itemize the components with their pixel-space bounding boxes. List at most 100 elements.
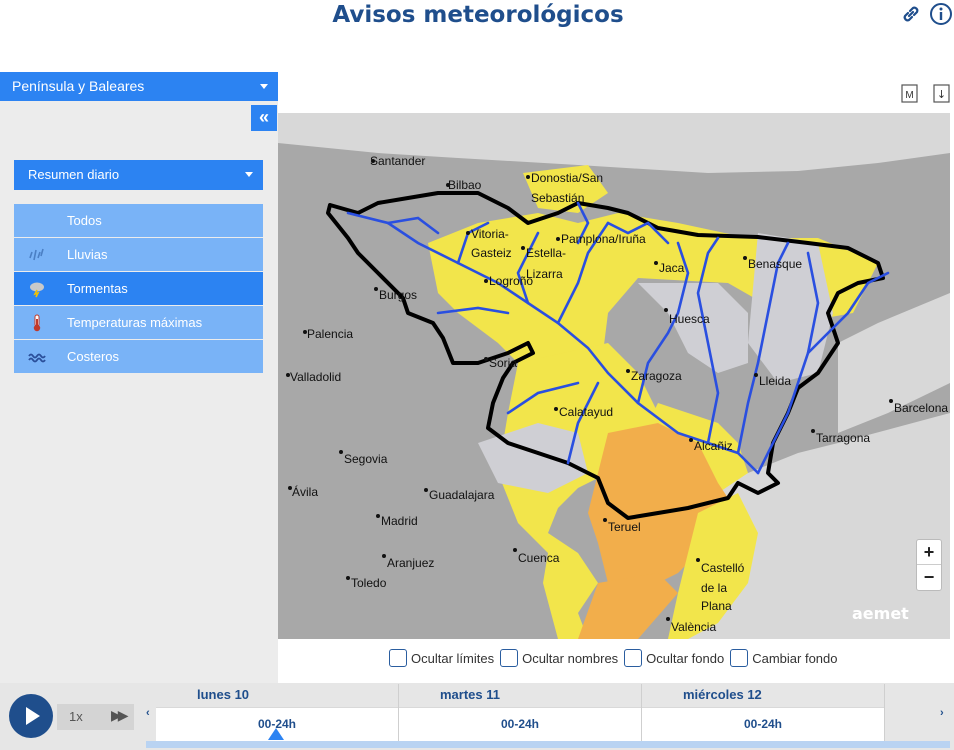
fast-forward-icon[interactable]: ▶▶ <box>111 707 128 724</box>
speed-label: 1x <box>69 709 83 724</box>
menu-item-label: Todos <box>67 213 102 228</box>
zoom-control: + − <box>916 539 942 591</box>
city-label: Sebastián <box>531 191 584 205</box>
link-icon[interactable] <box>899 2 923 26</box>
city-label: Barcelona <box>894 401 948 415</box>
region-dropdown-label: Península y Baleares <box>12 78 145 94</box>
warnings-map[interactable]: Santander Bilbao Donostia/San Sebastián … <box>278 113 950 639</box>
mode-dropdown[interactable]: Resumen diario <box>14 160 263 190</box>
day-martes[interactable]: martes 11 00-24h <box>399 684 642 741</box>
city-label: Huesca <box>669 312 710 326</box>
city-label: Plana <box>701 599 732 613</box>
rain-icon <box>29 248 44 261</box>
map-tool-m-icon[interactable]: M <box>901 84 919 104</box>
timeline-next-arrow[interactable]: › <box>940 707 944 719</box>
city-label: Gasteiz <box>471 246 512 260</box>
zoom-out-button[interactable]: − <box>917 565 941 590</box>
menu-item-label: Lluvias <box>67 247 108 262</box>
city-label: Castelló <box>701 561 745 575</box>
collapse-sidebar-button[interactable]: « <box>251 105 277 131</box>
day-slot[interactable]: 00-24h <box>399 707 641 741</box>
city-label: Estella- <box>526 246 566 260</box>
hide-names-checkbox[interactable] <box>500 649 519 667</box>
city-label: Lleida <box>759 374 791 388</box>
city-label: Pamplona/Iruña <box>561 232 646 246</box>
city-label: Palencia <box>307 327 353 341</box>
menu-item-label: Temperaturas máximas <box>67 315 203 330</box>
app-root: Avisos meteorológicos Península y Balear… <box>0 0 954 750</box>
city-label: Burgos <box>379 288 417 302</box>
city-label: Madrid <box>381 514 418 528</box>
city-label: Santander <box>370 154 425 168</box>
city-label: Soria <box>489 356 517 370</box>
city-label: Guadalajara <box>429 488 495 502</box>
chevron-down-icon <box>245 172 253 177</box>
change-background-checkbox[interactable] <box>730 649 749 667</box>
menu-item-temperaturas[interactable]: Temperaturas máximas <box>14 306 263 339</box>
day-miercoles[interactable]: miércoles 12 00-24h <box>642 684 885 741</box>
city-label: Bilbao <box>448 178 482 192</box>
city-label: Donostia/San <box>531 171 603 185</box>
city-label: Ávila <box>292 484 318 499</box>
city-label: Zaragoza <box>631 369 682 383</box>
city-label: Toledo <box>351 576 387 590</box>
option-label: Ocultar nombres <box>522 650 619 666</box>
waves-icon <box>28 353 46 363</box>
menu-item-todos[interactable]: Todos <box>14 204 263 237</box>
speed-control[interactable]: 1x ▶▶ <box>57 704 134 730</box>
play-button[interactable] <box>9 694 53 738</box>
city-label: Aranjuez <box>387 556 434 570</box>
page-title: Avisos meteorológicos <box>332 2 624 28</box>
city-label: Alcañiz <box>694 439 733 453</box>
city-label: Valladolid <box>290 370 341 384</box>
city-label: València <box>671 620 716 634</box>
city-label: Logroño <box>489 274 533 288</box>
city-label: Vitoria- <box>471 227 509 241</box>
hide-background-checkbox[interactable] <box>624 649 643 667</box>
day-label: miércoles 12 <box>683 687 762 702</box>
city-label: Jaca <box>659 261 685 275</box>
timeline-scrollbar[interactable] <box>146 741 950 748</box>
warning-type-menu: Todos Lluvias Tormentas Temperaturas máx… <box>14 204 263 374</box>
city-label: Teruel <box>608 520 641 534</box>
region-dropdown[interactable]: Península y Baleares <box>0 72 278 101</box>
hide-background-option[interactable]: Ocultar fondo <box>624 649 724 667</box>
menu-item-label: Tormentas <box>67 281 128 296</box>
menu-item-label: Costeros <box>67 349 120 364</box>
thermometer-icon <box>33 314 41 332</box>
zoom-in-button[interactable]: + <box>917 540 941 565</box>
sidebar: Península y Baleares « Resumen diario To… <box>0 72 278 684</box>
day-slot[interactable]: 00-24h <box>642 707 884 741</box>
option-label: Ocultar límites <box>411 650 495 666</box>
map-tool-m-label: M <box>905 90 913 101</box>
city-label: Calatayud <box>559 405 613 419</box>
info-icon[interactable] <box>929 2 953 26</box>
hide-names-option[interactable]: Ocultar nombres <box>500 649 618 667</box>
timeline-marker[interactable] <box>268 728 284 740</box>
hide-limits-checkbox[interactable] <box>389 649 407 667</box>
day-label: martes 11 <box>440 687 500 702</box>
city-label: Benasque <box>748 257 802 271</box>
change-background-option[interactable]: Cambiar fondo <box>730 649 838 667</box>
menu-item-lluvias[interactable]: Lluvias <box>14 238 263 271</box>
city-label: de la <box>701 581 727 595</box>
aemet-logo: aemet <box>852 604 909 623</box>
menu-item-tormentas[interactable]: Tormentas <box>14 272 263 305</box>
city-label: Tarragona <box>816 431 870 445</box>
menu-item-costeros[interactable]: Costeros <box>14 340 263 373</box>
timeline-prev-arrow[interactable]: ‹ <box>146 707 150 719</box>
city-label: Segovia <box>344 452 388 466</box>
city-label: Cuenca <box>518 551 560 565</box>
map-canvas[interactable]: Santander Bilbao Donostia/San Sebastián … <box>278 113 950 639</box>
timeline-bar: 1x ▶▶ ‹ lunes 10 00-24h martes 11 00-24h… <box>0 683 954 750</box>
chevron-down-icon <box>260 84 268 89</box>
option-label: Cambiar fondo <box>752 650 838 666</box>
download-label: ↓ <box>937 88 946 101</box>
download-icon[interactable]: ↓ <box>933 84 951 104</box>
timeline-days: lunes 10 00-24h martes 11 00-24h miércol… <box>156 684 885 741</box>
storm-icon <box>30 282 44 298</box>
option-label: Ocultar fondo <box>646 650 725 666</box>
mode-dropdown-label: Resumen diario <box>28 167 120 182</box>
day-label: lunes 10 <box>197 687 250 702</box>
hide-limits-option[interactable]: Ocultar límites <box>389 649 494 667</box>
